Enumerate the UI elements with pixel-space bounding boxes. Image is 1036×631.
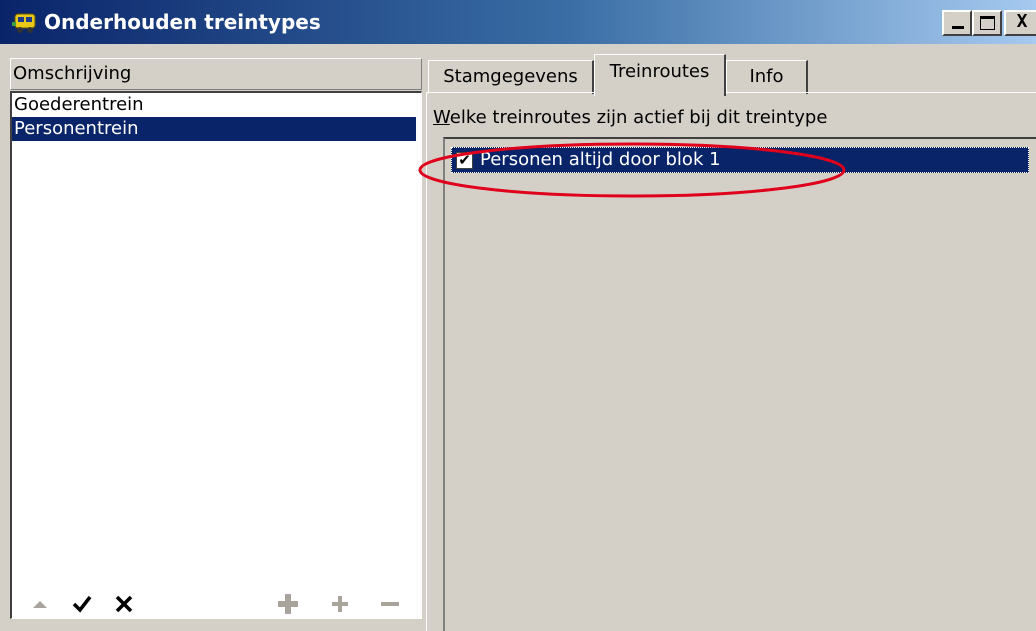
minimize-button[interactable] [942,10,972,36]
list-item[interactable]: Goederentrein [12,93,416,117]
minus-icon [381,601,399,606]
train-type-list[interactable]: Goederentrein Personentrein [10,91,422,619]
tab-stamgegevens[interactable]: Stamgegevens [428,60,594,94]
check-icon [72,595,92,613]
tab-strip: Stamgegevens Treinroutes Info [426,54,1036,96]
maximize-icon [980,16,995,30]
route-row[interactable]: ✔ Personen altijd door blok 1 [451,147,1029,173]
tab-treinroutes[interactable]: Treinroutes [594,54,726,96]
plus-icon [332,595,348,612]
cross-icon [115,595,133,612]
route-checkbox[interactable]: ✔ [456,152,473,169]
route-label: Personen altijd door blok 1 [480,149,721,170]
routes-label: Welke treinroutes zijn actief bij dit tr… [433,107,828,128]
move-icon [278,593,298,614]
move-up-icon [33,600,47,608]
tab-content: Welke treinroutes zijn actief bij dit tr… [426,92,1036,631]
tab-info[interactable]: Info [726,60,808,94]
close-icon: X [1016,11,1028,32]
window-title: Onderhouden treintypes [44,10,321,34]
accept-button[interactable] [62,581,102,625]
column-header-omschrijving[interactable]: Omschrijving [10,58,422,90]
maximize-button[interactable] [972,10,1002,36]
train-icon [12,13,36,33]
minimize-icon [952,26,964,29]
remove-button[interactable] [370,581,410,625]
list-toolbar [10,581,422,625]
cancel-button[interactable] [104,581,144,625]
close-button[interactable]: X [1004,10,1036,36]
move-button[interactable] [268,581,308,625]
list-item[interactable]: Personentrein [12,117,416,141]
routes-checklist[interactable]: ✔ Personen altijd door blok 1 [443,137,1036,631]
left-panel: Omschrijving Goederentrein Personentrein [0,44,426,631]
title-bar[interactable]: Onderhouden treintypes X [0,0,1036,44]
add-button[interactable] [320,581,360,625]
right-panel: Stamgegevens Treinroutes Info Welke trei… [426,44,1036,631]
move-up-button[interactable] [20,581,60,625]
